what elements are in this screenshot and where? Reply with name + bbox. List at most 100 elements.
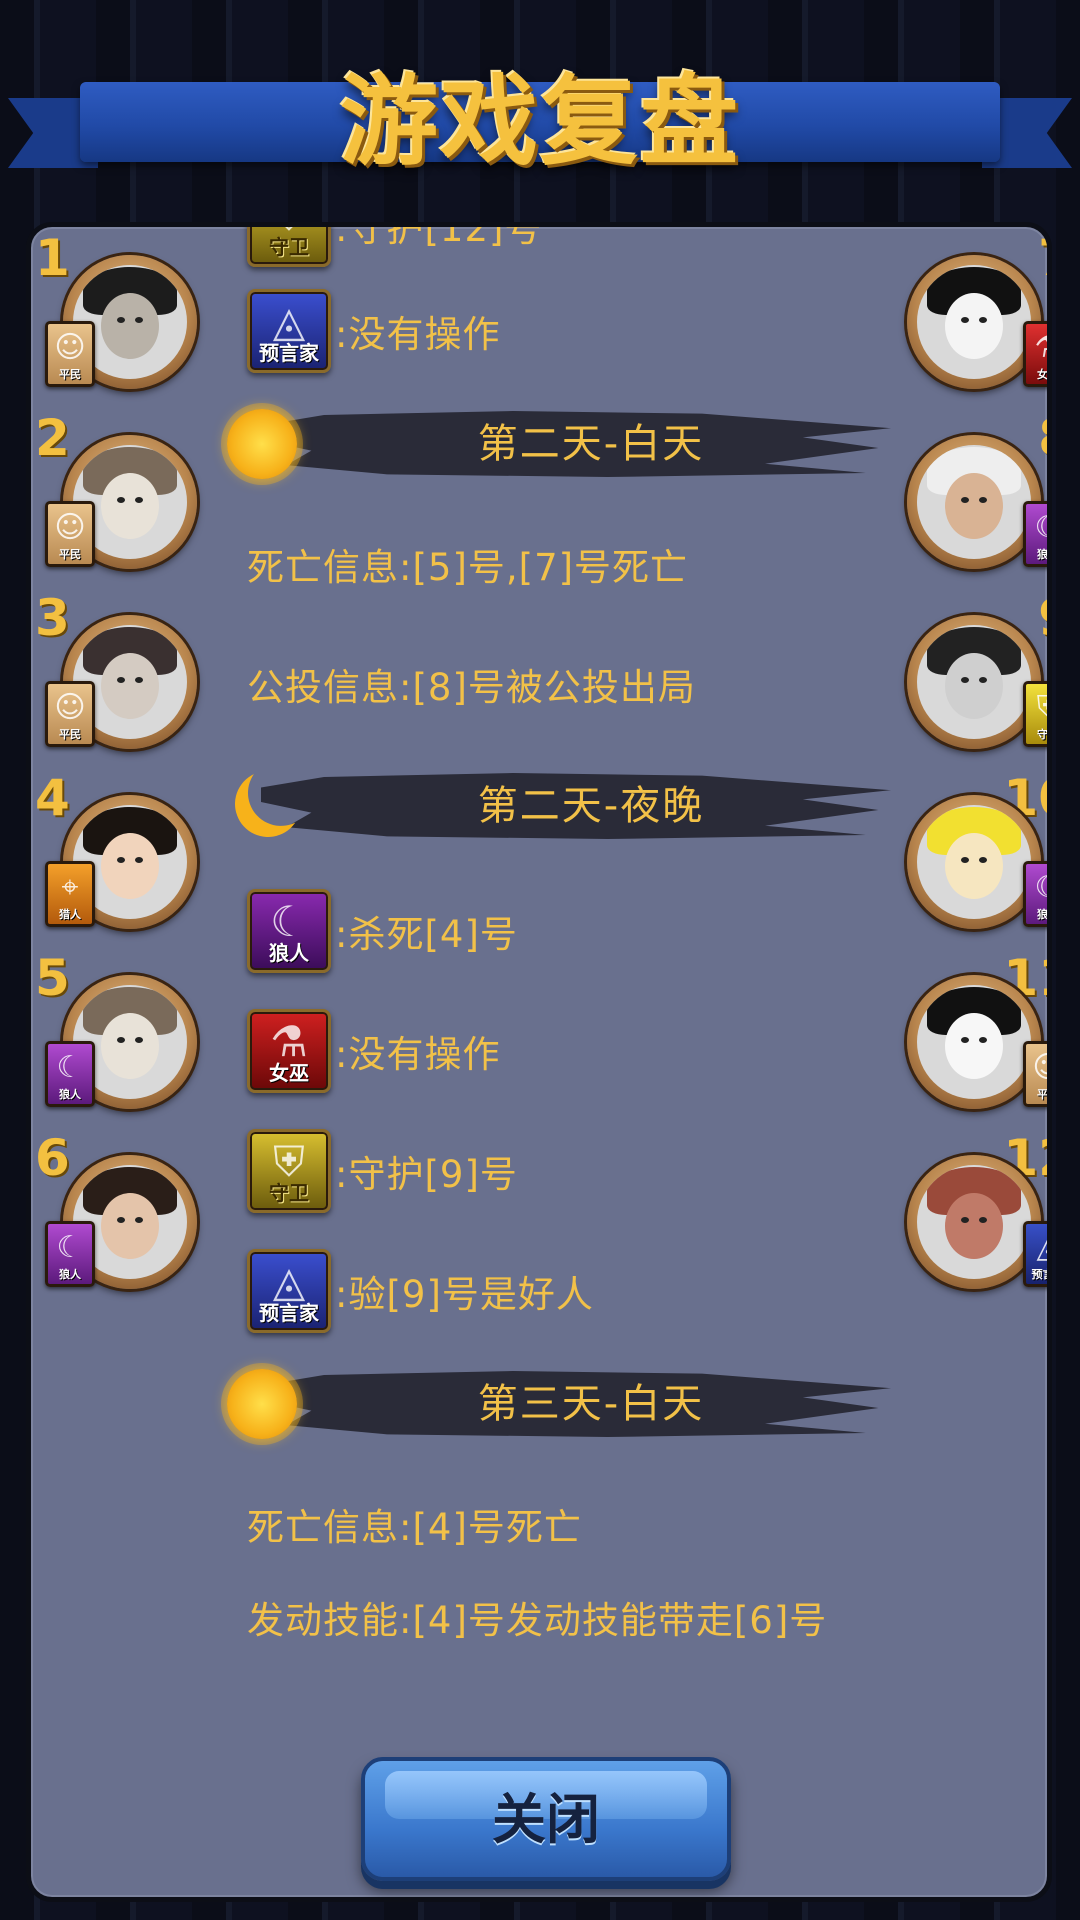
avatar-face bbox=[945, 1013, 1003, 1079]
villager-icon: ☺ bbox=[54, 510, 86, 545]
role-badge: ☾ 狼人 bbox=[45, 1041, 95, 1107]
log-row-witch: ⚗ 女巫 :没有操作 bbox=[247, 1009, 500, 1093]
wolf-icon: ☾ bbox=[1026, 510, 1047, 546]
phase-title: 第三天-白天 bbox=[477, 1381, 705, 1427]
log-row-seer: ◬ 预言家 :没有操作 bbox=[247, 289, 500, 373]
avatar-face bbox=[101, 833, 159, 899]
avatar-eye bbox=[117, 1217, 125, 1223]
avatar-face bbox=[101, 293, 159, 359]
action-text: :验[9]号是好人 bbox=[335, 1273, 594, 1316]
guard-role-icon: ⛨ 守卫 bbox=[247, 227, 331, 267]
close-button[interactable]: 关闭 bbox=[361, 1757, 731, 1881]
avatar-frame bbox=[907, 975, 1041, 1109]
avatar bbox=[917, 985, 1031, 1099]
action-text: :没有操作 bbox=[335, 1033, 501, 1076]
avatar bbox=[917, 445, 1031, 559]
death-info: 死亡信息:[4]号死亡 bbox=[247, 1506, 582, 1549]
role-badge-label: 预言家 bbox=[1031, 1268, 1048, 1281]
player-seat-6[interactable]: 6 ☾ 狼人 bbox=[35, 1129, 205, 1295]
phase-title: 第二天-白天 bbox=[477, 421, 705, 467]
phase-title: 第二天-夜晚 bbox=[477, 783, 705, 829]
player-seat-9[interactable]: 9 ⛨ 守卫 bbox=[899, 589, 1048, 755]
seat-number: 1 bbox=[35, 229, 70, 287]
seat-number: 5 bbox=[35, 949, 70, 1007]
player-seat-11[interactable]: 11 ☺ 平民 bbox=[899, 949, 1047, 1115]
role-icon-label: 狼人 bbox=[269, 941, 309, 965]
villager-icon: ☺ bbox=[54, 330, 86, 365]
player-seat-7[interactable]: 7 ⚗ 女巫 bbox=[899, 229, 1047, 395]
role-badge: ☺ 平民 bbox=[1023, 1041, 1047, 1107]
crosshair-icon: ⌖ bbox=[61, 870, 79, 905]
avatar-face bbox=[945, 833, 1003, 899]
role-badge: ⚗ 女巫 bbox=[1023, 321, 1047, 387]
role-badge-label: 猎人 bbox=[59, 908, 81, 921]
replay-panel[interactable]: ⛨ 守卫 :守护[12]号 ◬ 预言家 :没有操作 第二天-白天 死亡信息:[5… bbox=[26, 222, 1052, 1902]
player-seat-5[interactable]: 5 ☾ 狼人 bbox=[35, 949, 205, 1115]
role-badge-label: 守卫 bbox=[1037, 728, 1048, 741]
role-badge-label: 平民 bbox=[59, 368, 81, 381]
title-banner: 游戏复盘 bbox=[8, 62, 1072, 182]
avatar-eye bbox=[979, 1217, 987, 1223]
seer-role-icon: ◬ 预言家 bbox=[247, 1249, 331, 1333]
avatar-eye bbox=[961, 1217, 969, 1223]
seat-number: 9 bbox=[1038, 589, 1047, 647]
avatar-face bbox=[945, 1193, 1003, 1259]
avatar-eye bbox=[117, 857, 125, 863]
role-icon-label: 预言家 bbox=[259, 1301, 319, 1325]
action-text: :守护[12]号 bbox=[335, 222, 543, 250]
phase-header-night2: 第二天-夜晚 bbox=[221, 761, 901, 851]
seer-role-icon: ◬ 预言家 bbox=[247, 289, 331, 373]
role-icon-label: 守卫 bbox=[269, 235, 309, 259]
page-title: 游戏复盘 bbox=[339, 64, 740, 179]
player-seat-8[interactable]: 8 ☾ 狼人 bbox=[899, 409, 1048, 575]
witch-role-icon: ⚗ 女巫 bbox=[247, 1009, 331, 1093]
wolf-icon: ☾ bbox=[56, 1230, 84, 1265]
avatar-frame bbox=[907, 795, 1041, 929]
vote-info: 公投信息:[8]号被公投出局 bbox=[247, 666, 696, 709]
role-badge: ◬ 预言家 bbox=[1023, 1221, 1048, 1287]
death-info: 死亡信息:[5]号,[7]号死亡 bbox=[247, 546, 689, 589]
seat-number: 4 bbox=[35, 769, 70, 827]
role-badge: ☺ 平民 bbox=[45, 681, 95, 747]
eye-icon: ◬ bbox=[1026, 1230, 1047, 1266]
avatar-eye bbox=[979, 1037, 987, 1043]
avatar-eye bbox=[979, 677, 987, 683]
seat-number: 2 bbox=[35, 409, 70, 467]
avatar-eye bbox=[135, 1217, 143, 1223]
avatar-frame bbox=[907, 255, 1041, 389]
avatar bbox=[917, 265, 1031, 379]
player-seat-3[interactable]: 3 ☺ 平民 bbox=[35, 589, 205, 755]
wolf-role-icon: ☾ 狼人 bbox=[247, 889, 331, 973]
avatar bbox=[917, 805, 1031, 919]
log-row-guard: ⛨ 守卫 :守护[9]号 bbox=[247, 1129, 518, 1213]
player-seat-4[interactable]: 4 ⌖ 猎人 bbox=[35, 769, 205, 935]
avatar-eye bbox=[117, 317, 125, 323]
log-row-wolf: ☾ 狼人 :杀死[4]号 bbox=[247, 889, 518, 973]
player-seat-12[interactable]: 12 ◬ 预言家 bbox=[899, 1129, 1048, 1295]
seat-number: 6 bbox=[35, 1129, 70, 1187]
avatar-face bbox=[101, 1193, 159, 1259]
avatar-frame bbox=[907, 615, 1041, 749]
avatar-eye bbox=[135, 857, 143, 863]
avatar bbox=[917, 625, 1031, 739]
player-seat-1[interactable]: 1 ☺ 平民 bbox=[35, 229, 205, 395]
avatar-face bbox=[945, 473, 1003, 539]
phase-header-day3: 第三天-白天 bbox=[221, 1359, 901, 1449]
witch-icon: ⚗ bbox=[1026, 330, 1047, 366]
role-badge: ☺ 平民 bbox=[45, 501, 95, 567]
role-badge-label: 平民 bbox=[59, 728, 81, 741]
seat-number: 7 bbox=[1038, 229, 1047, 287]
log-row-guard-partial: ⛨ 守卫 :守护[12]号 bbox=[247, 222, 543, 267]
role-icon-label: 女巫 bbox=[269, 1061, 309, 1085]
avatar-eye bbox=[961, 677, 969, 683]
avatar bbox=[917, 1165, 1031, 1279]
villager-icon: ☺ bbox=[1026, 1050, 1047, 1086]
role-badge-label: 狼人 bbox=[1037, 548, 1048, 561]
action-text: :守护[9]号 bbox=[335, 1153, 518, 1196]
avatar-eye bbox=[961, 317, 969, 323]
player-seat-10[interactable]: 10 ☾ 狼人 bbox=[899, 769, 1047, 935]
wolf-icon: ☾ bbox=[56, 1050, 84, 1085]
role-badge: ⌖ 猎人 bbox=[45, 861, 95, 927]
player-seat-2[interactable]: 2 ☺ 平民 bbox=[35, 409, 205, 575]
avatar-eye bbox=[135, 1037, 143, 1043]
